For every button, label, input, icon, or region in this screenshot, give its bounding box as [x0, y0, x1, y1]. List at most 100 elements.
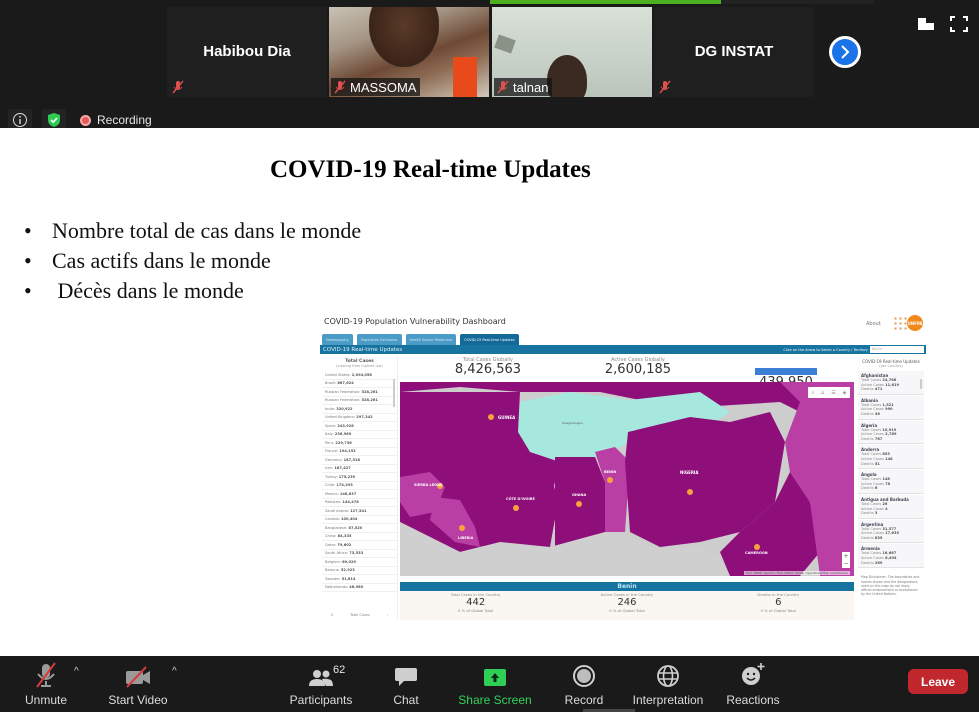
list-scrollbar [920, 379, 922, 389]
participant-name: talnan [513, 79, 549, 95]
slide-bullet: • Cas actifs dans le monde [24, 248, 271, 273]
dashboard-section-bar: COVID-19 Real-time Updates Click on the … [320, 345, 926, 354]
share-screen-icon [484, 669, 506, 686]
home-icon: ⌂ [821, 389, 825, 396]
per-country-list: COVID-19 Real-time Updates (per Country)… [858, 357, 924, 619]
map-zoom-control: + − [842, 552, 850, 568]
search-icon: ⌕ [811, 389, 815, 396]
participant-tile-talnan[interactable]: talnan [492, 7, 652, 97]
participants-icon [309, 670, 333, 686]
map-disclaimer: Map Disclaimer: The boundaries and names… [861, 575, 920, 597]
map-label: SIERRA LEONE [414, 483, 443, 487]
total-cases-row: Spain: 243,928 [322, 422, 397, 431]
chat-bubble-icon [395, 668, 417, 686]
covid-dashboard-image: COVID-19 Population Vulnerability Dashbo… [318, 311, 928, 621]
list-scrollbar [393, 379, 395, 407]
participant-label: MASSOMA [331, 78, 421, 96]
total-cases-row: Chile: 174,293 [322, 482, 397, 490]
chat-button[interactable]: Chat [390, 656, 422, 712]
zoom-in-icon: + [843, 553, 849, 560]
total-cases-row: China: 84,335 [322, 533, 397, 541]
leave-meeting-button[interactable]: Leave [908, 669, 968, 694]
participant-tile-habibou-dia[interactable]: Habibou Dia [167, 7, 327, 97]
participant-tile-dg-instat[interactable]: DG INSTAT [654, 7, 814, 97]
total-cases-row: Iran: 187,427 [322, 465, 397, 473]
start-video-button[interactable]: Start Video [107, 656, 169, 712]
active-speaker-fill [490, 0, 721, 4]
map-marker [459, 525, 465, 531]
mic-muted-icon [334, 80, 346, 94]
west-africa-map: GUINEA SIERRA LEONE LIBERIA CÔTE D'IVOIR… [400, 382, 854, 576]
slide-bullet: • Décès dans le monde [24, 278, 244, 303]
active-speaker-indicator [490, 0, 875, 4]
dashboard-tab: Health Sector Readiness [405, 334, 457, 345]
selected-country-name: Benin [400, 582, 854, 591]
share-screen-button[interactable]: Share Screen [458, 656, 532, 712]
fullscreen-button[interactable] [950, 16, 970, 32]
participants-button[interactable]: 62 Participants [288, 656, 354, 712]
total-cases-row: Brazil: 867,624 [322, 380, 397, 388]
country-update-card: Albania Total Cases 1,521 Active Cases 990… [858, 395, 924, 420]
shared-screen-slide: COVID-19 Real-time Updates • Nombre total… [0, 128, 979, 656]
audio-options-caret[interactable]: ^ [74, 666, 79, 677]
total-cases-row: Netherlands: 48,980 [322, 584, 397, 592]
participant-label [169, 78, 189, 96]
dashboard-tab: Demography [322, 334, 353, 345]
unmute-button[interactable]: Unmute [22, 656, 70, 712]
map-label: Ouagadougou [562, 421, 583, 425]
total-cases-row: South Africa: 73,533 [322, 550, 397, 558]
participant-label [656, 78, 676, 96]
participant-name: DG INSTAT [694, 43, 774, 60]
zoom-out-icon: − [843, 560, 849, 567]
participants-count: 62 [333, 664, 346, 676]
country-select: Benin [870, 346, 924, 353]
section-title: COVID-19 Real-time Updates [323, 346, 403, 353]
total-cases-row: Italy: 236,989 [322, 431, 397, 439]
country-update-card: Angola Total Cases 148 Active Cases 78 Deat… [858, 470, 924, 494]
country-update-card: Armenia Total Cases 16,667 Active Cases 8,… [858, 544, 924, 569]
total-cases-row: Turkey: 175,239 [322, 473, 397, 482]
total-cases-row: Belarus: 52,923 [322, 567, 397, 575]
about-link: About [866, 321, 881, 327]
mic-muted-icon [497, 80, 509, 94]
map-toolbar: ⌕ ⌂ ☰ ◈ [808, 387, 850, 398]
total-cases-row: Peru: 229,736 [322, 439, 397, 448]
reactions-button[interactable]: Reactions [725, 656, 781, 712]
participant-label: talnan [494, 78, 553, 96]
shield-check-icon [48, 113, 60, 127]
participant-tile-massoma[interactable]: MASSOMA [329, 7, 489, 97]
recording-indicator[interactable]: Recording [76, 113, 152, 127]
country-update-card: Afghanistan Total Cases 24,766 Active Case… [858, 371, 924, 395]
global-total-cases: Total Cases Globally 8,426,563 [454, 357, 522, 377]
total-cases-row: Russian Federation: 528,261 [322, 397, 397, 405]
global-active-cases: Active Cases Globally 2,600,185 [604, 357, 672, 377]
chevron-right-icon [841, 45, 850, 59]
map-label: GUINEA [498, 415, 516, 420]
layers-icon: ◈ [842, 389, 847, 396]
globe-icon [657, 665, 679, 687]
reactions-smiley-icon [742, 663, 765, 685]
country-update-card: Argentina Total Cases 31,577 Active Cases … [858, 519, 924, 544]
map-marker [607, 477, 613, 483]
participant-gallery-strip: Habibou Dia MASSOMA talnan DG INSTAT Rec… [0, 0, 979, 133]
map-label: BENIN [604, 470, 616, 474]
map-label: LIBERIA [458, 536, 474, 540]
slide-bullet: • Nombre total de cas dans le monde [24, 218, 362, 243]
map-marker [754, 544, 760, 550]
interpretation-button[interactable]: Interpretation [630, 656, 706, 712]
participant-name: MASSOMA [350, 79, 417, 95]
record-button[interactable]: Record [563, 656, 605, 712]
country-total-cases: Total Cases in the Country 442 0 % of Gl… [450, 592, 501, 613]
map-canvas: GUINEA SIERRA LEONE LIBERIA CÔTE D'IVOIR… [400, 382, 854, 576]
map-marker [513, 505, 519, 511]
total-cases-row: Pakistan: 144,478 [322, 499, 397, 507]
mic-muted-icon [659, 80, 671, 94]
total-cases-row: France: 194,153 [322, 448, 397, 456]
total-cases-row: Germany: 187,518 [322, 456, 397, 465]
total-cases-row: India: 320,922 [322, 405, 397, 414]
video-options-caret[interactable]: ^ [172, 666, 177, 677]
total-cases-row: Russian Federation: 528,261 [322, 388, 397, 397]
next-participants-button[interactable] [829, 36, 861, 68]
minimize-view-button[interactable] [917, 16, 937, 32]
fullscreen-icon [950, 16, 968, 32]
